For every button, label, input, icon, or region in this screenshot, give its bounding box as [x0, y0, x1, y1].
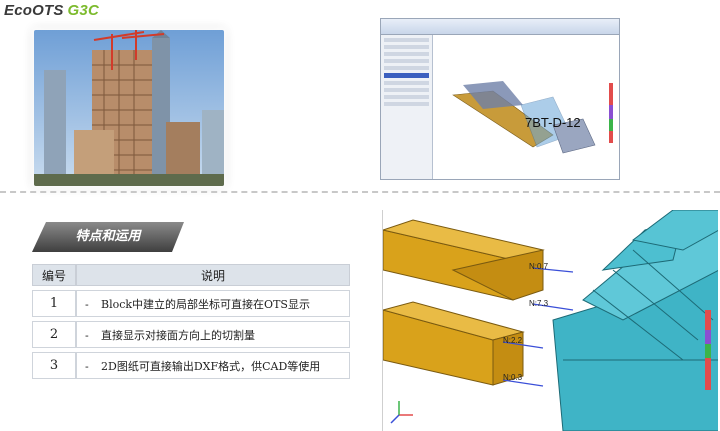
row-text: 直接显示对接面方向上的切割量 — [101, 328, 255, 342]
brand-name: EcoOTS — [4, 2, 64, 19]
software-screenshot: 7BT-D-12 — [380, 18, 620, 180]
row-dash: - — [85, 297, 89, 311]
table-row: 2 - 直接显示对接面方向上的切割量 — [32, 321, 350, 348]
row-number: 3 — [32, 352, 76, 379]
row-description: - 直接显示对接面方向上的切割量 — [76, 321, 350, 348]
cut-length-label: N:0.3 — [503, 373, 523, 382]
column-header-description: 说明 — [76, 264, 350, 286]
model-3d-view: N:0.7 N:7.3 N:2.2 N:0.3 — [382, 210, 718, 431]
software-toolbar — [381, 19, 619, 35]
row-dash: - — [85, 359, 89, 373]
cut-length-label: N:7.3 — [529, 299, 549, 308]
cut-length-label: N:0.7 — [529, 262, 549, 271]
row-dash: - — [85, 328, 89, 342]
table-row: 1 - Block中建立的局部坐标可直接在OTS显示 — [32, 290, 350, 317]
brand-suffix: G3C — [67, 2, 99, 19]
section-header: 特点和运用 — [32, 222, 184, 252]
brand-logo: EcoOTS G3C — [4, 2, 99, 19]
table-header-row: 编号 说明 — [32, 264, 350, 286]
construction-photo — [34, 30, 224, 186]
section-title: 特点和运用 — [75, 229, 141, 244]
row-number: 2 — [32, 321, 76, 348]
feature-table: 编号 说明 1 - Block中建立的局部坐标可直接在OTS显示 2 - 直接显示对… — [32, 264, 350, 379]
row-text: 2D图纸可直接输出DXF格式，供CAD等使用 — [101, 359, 321, 373]
column-header-number: 编号 — [32, 264, 76, 286]
software-properties-panel — [381, 35, 433, 179]
cut-length-label: N:2.2 — [503, 336, 523, 345]
section-divider — [0, 191, 720, 193]
table-row: 3 -2D图纸可直接输出DXF格式，供CAD等使用 — [32, 352, 350, 379]
row-description: -2D图纸可直接输出DXF格式，供CAD等使用 — [76, 352, 350, 379]
row-number: 1 — [32, 290, 76, 317]
row-text: Block中建立的局部坐标可直接在OTS显示 — [101, 297, 310, 311]
member-label: 7BT-D-12 — [525, 115, 581, 130]
row-description: - Block中建立的局部坐标可直接在OTS显示 — [76, 290, 350, 317]
software-3d-viewport: 7BT-D-12 — [433, 35, 619, 179]
